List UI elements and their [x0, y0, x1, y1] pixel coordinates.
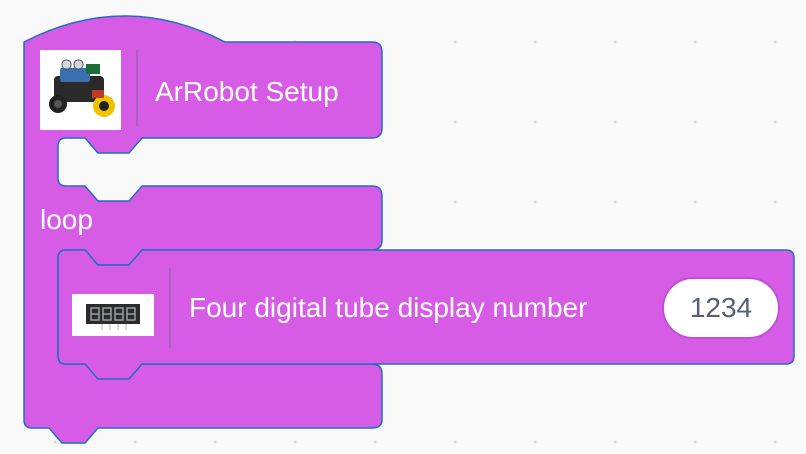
four-digit-display-icon — [72, 294, 154, 336]
loop-label: loop — [40, 204, 93, 235]
hat-block-separator — [136, 50, 138, 126]
display-block-separator — [169, 268, 171, 348]
block-workspace[interactable]: ArRobot Setup loop Four digital tube dis… — [0, 0, 806, 454]
display-block-label: Four digital tube display number — [189, 292, 588, 323]
robot-car-icon — [40, 50, 121, 130]
number-input-field[interactable]: 1234 — [662, 277, 780, 339]
hat-block-label: ArRobot Setup — [155, 76, 339, 107]
